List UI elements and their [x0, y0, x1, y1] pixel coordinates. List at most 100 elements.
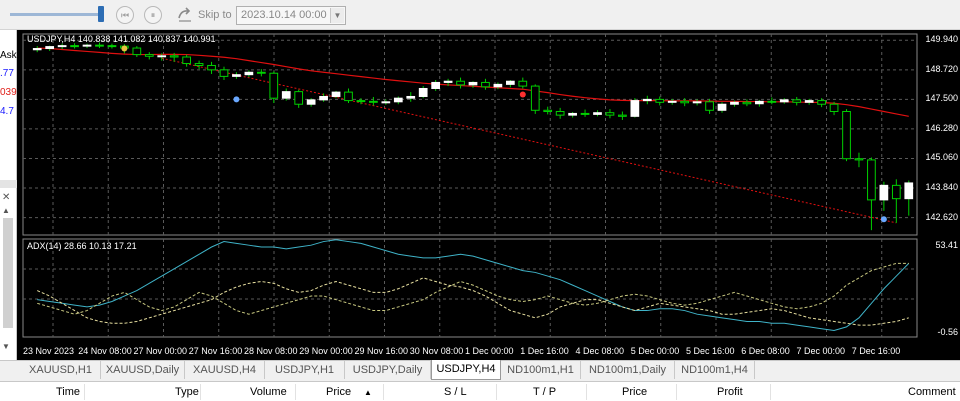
column-header[interactable]: Comment	[908, 386, 956, 398]
candle-body	[281, 91, 291, 99]
candle-body	[817, 100, 826, 105]
candle-body	[842, 110, 851, 160]
pause-button[interactable]: ⏸	[144, 6, 162, 24]
chart-tab[interactable]: USDJPY,H1	[265, 361, 345, 379]
candle-body	[95, 44, 104, 47]
candle-body	[468, 81, 478, 86]
price-axis-label: 146.280	[925, 122, 958, 133]
skip-to-label: Skip to	[198, 9, 232, 21]
candle-body	[642, 98, 652, 102]
candle-body	[692, 101, 702, 104]
candle-body	[456, 80, 465, 86]
time-axis-label: 5 Dec 16:00	[686, 346, 735, 356]
market-watch-panel: Ask .77 039 4.7 ✕ ▲ ▼	[0, 30, 17, 360]
candle-body	[867, 159, 876, 201]
column-header[interactable]: Type	[175, 386, 199, 398]
chart-tab[interactable]: ND100m1,Daily	[581, 361, 675, 379]
chart-tab[interactable]: ND100m1,H4	[675, 361, 755, 379]
scroll-down-icon[interactable]: ▼	[2, 342, 10, 351]
step-back-button[interactable]: ⏮	[116, 6, 134, 24]
chart-canvas[interactable]	[17, 30, 960, 360]
calendar-dropdown-icon[interactable]: ▼	[330, 8, 344, 23]
time-axis-label: 4 Dec 08:00	[575, 346, 625, 356]
candle-body	[219, 69, 229, 77]
candle-body	[256, 71, 266, 74]
candle-body	[57, 45, 67, 48]
candle-body	[381, 101, 391, 104]
time-axis-label: 29 Nov 00:00	[299, 346, 353, 356]
candle-body	[356, 100, 366, 103]
column-separator[interactable]	[586, 384, 587, 400]
column-separator[interactable]	[295, 384, 296, 400]
chart-tab[interactable]: USDJPY,Daily	[345, 361, 431, 379]
trade-entry-marker	[121, 45, 128, 52]
column-header[interactable]: Time	[56, 386, 80, 398]
adx-plot-frame	[22, 238, 918, 338]
candle-body	[481, 81, 490, 88]
chart-tab[interactable]: USDJPY,H4	[431, 360, 501, 380]
candle-body	[207, 64, 216, 71]
column-header[interactable]: Volume	[250, 386, 287, 398]
trade-marker	[233, 96, 240, 103]
column-separator[interactable]	[676, 384, 677, 400]
candle-body	[269, 72, 279, 99]
price-axis-label: 145.060	[925, 152, 958, 163]
time-axis-label: 28 Nov 08:00	[244, 346, 298, 356]
adx-axis-label: -0.56	[937, 327, 958, 337]
column-header[interactable]: Price	[326, 386, 351, 398]
column-header[interactable]: S / L	[444, 386, 467, 398]
candle-body	[443, 80, 453, 83]
column-header[interactable]: T / P	[533, 386, 556, 398]
time-axis-label: 27 Nov 16:00	[188, 346, 243, 356]
candle-body	[393, 97, 403, 103]
column-separator[interactable]	[496, 384, 497, 400]
navigator-close-icon[interactable]: ✕	[2, 192, 10, 203]
panel-splitter[interactable]	[0, 180, 17, 188]
chart-tab[interactable]: ND100m1,H1	[501, 361, 581, 379]
market-watch-ask-2[interactable]: 039	[0, 87, 17, 98]
column-separator[interactable]	[84, 384, 85, 400]
candle-body	[132, 47, 142, 56]
column-separator[interactable]	[770, 384, 771, 400]
market-watch-ask-1[interactable]: .77	[0, 68, 17, 79]
candle-body	[767, 100, 777, 103]
tester-toolbar: ⏮ ⏸ Skip to 2023.10.14 00:00 ▼	[0, 0, 960, 30]
chart-tab[interactable]: XAUUSD,H4	[185, 361, 265, 379]
candle-body	[182, 56, 191, 65]
sort-ascending-icon: ▲	[364, 388, 372, 397]
candle-body	[829, 103, 839, 112]
column-header[interactable]: Profit	[717, 386, 743, 398]
chart-tab[interactable]: XAUUSD,Daily	[101, 361, 185, 379]
chart-tabs: XAUUSD,H1 XAUUSD,Daily XAUUSD,H4 USDJPY,H1 U…	[0, 360, 960, 380]
navigator-scrollbar-thumb[interactable]	[3, 218, 13, 328]
time-axis-label: 24 Nov 08:00	[78, 346, 132, 356]
pause-icon: ⏸	[150, 10, 156, 20]
skip-to-date-value: 2023.10.14 00:00	[241, 9, 327, 21]
candle-body	[605, 112, 615, 116]
column-header[interactable]: Price	[622, 386, 647, 398]
main-plot-frame	[22, 33, 918, 236]
speed-slider-thumb[interactable]	[98, 6, 104, 22]
skip-to-date-field[interactable]: 2023.10.14 00:00 ▼	[236, 6, 346, 25]
chart-tab[interactable]: XAUUSD,H1	[21, 361, 101, 379]
candle-body	[891, 184, 901, 200]
market-watch-ask-3[interactable]: 4.7	[0, 106, 17, 117]
column-separator[interactable]	[200, 384, 201, 400]
candle-body	[244, 71, 254, 76]
scroll-up-icon[interactable]: ▲	[2, 206, 10, 215]
candle-body	[568, 112, 577, 116]
candle-body	[157, 55, 167, 58]
trade-exit-marker	[880, 216, 887, 223]
time-axis-label: 29 Nov 16:00	[354, 346, 409, 356]
candle-body	[82, 44, 92, 47]
candle-body	[705, 101, 714, 111]
step-back-icon: ⏮	[120, 10, 130, 20]
candle-body	[406, 95, 416, 99]
adx-axis-label: 53.41	[935, 240, 958, 250]
speed-slider-track[interactable]	[10, 13, 102, 16]
candle-body	[543, 109, 553, 112]
adx-indicator-info: ADX(14) 28.66 10.13 17.21	[27, 241, 137, 251]
candle-body	[755, 100, 764, 105]
price-chart[interactable]: USDJPY,H4 140.838 141.082 140.837 140.99…	[17, 30, 960, 360]
column-separator[interactable]	[383, 384, 384, 400]
